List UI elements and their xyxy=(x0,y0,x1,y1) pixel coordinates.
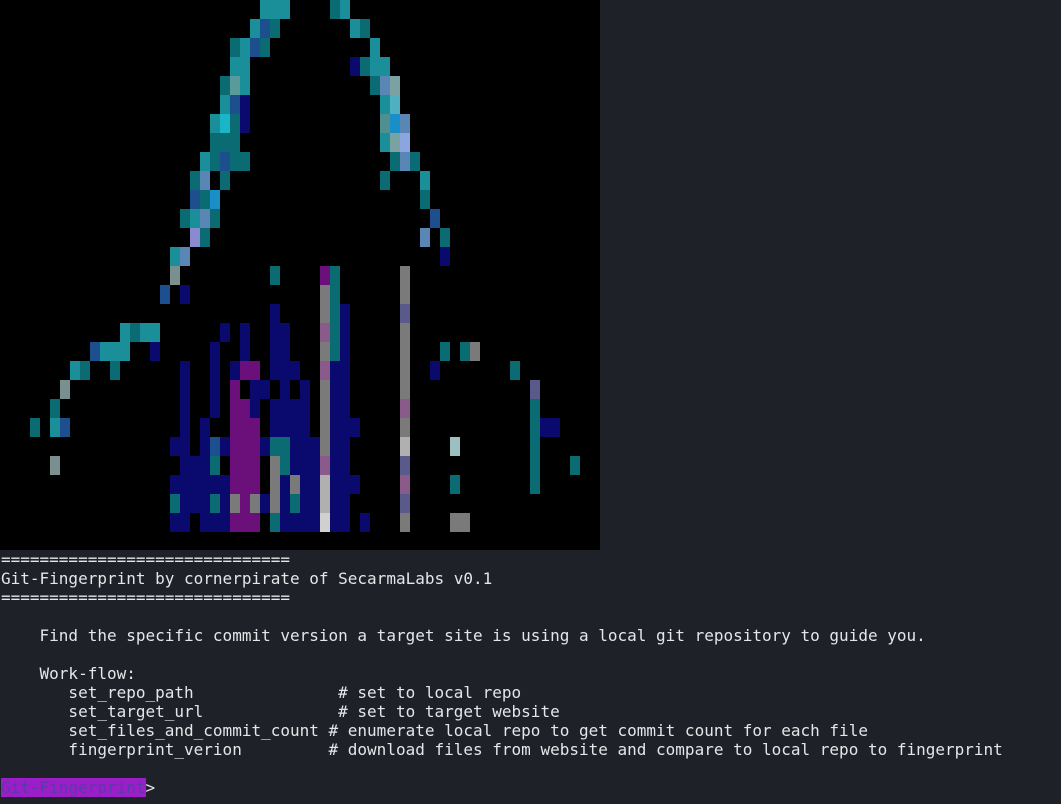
banner-divider-bottom: ============================== xyxy=(1,588,290,607)
prompt-symbol: > xyxy=(145,778,156,797)
workflow-step-set-files-and-commit-count: set_files_and_commit_count # enumerate l… xyxy=(1,721,868,740)
pixel-art-canvas xyxy=(30,0,580,532)
banner-divider-top: ============================== xyxy=(1,550,290,569)
workflow-heading: Work-flow: xyxy=(1,664,136,683)
tool-description: Find the specific commit version a targe… xyxy=(1,626,926,645)
workflow-step-set-target-url: set_target_url # set to target website xyxy=(1,702,560,721)
command-prompt[interactable]: Git-Fingerprint> xyxy=(1,778,155,797)
ascii-art-logo xyxy=(0,0,600,550)
workflow-step-set-repo-path: set_repo_path # set to local repo xyxy=(1,683,522,702)
workflow-step-fingerprint-verion: fingerprint_verion # download files from… xyxy=(1,740,1003,759)
banner-title: Git-Fingerprint by cornerpirate of Secar… xyxy=(1,569,493,588)
prompt-label: Git-Fingerprint xyxy=(1,778,146,797)
